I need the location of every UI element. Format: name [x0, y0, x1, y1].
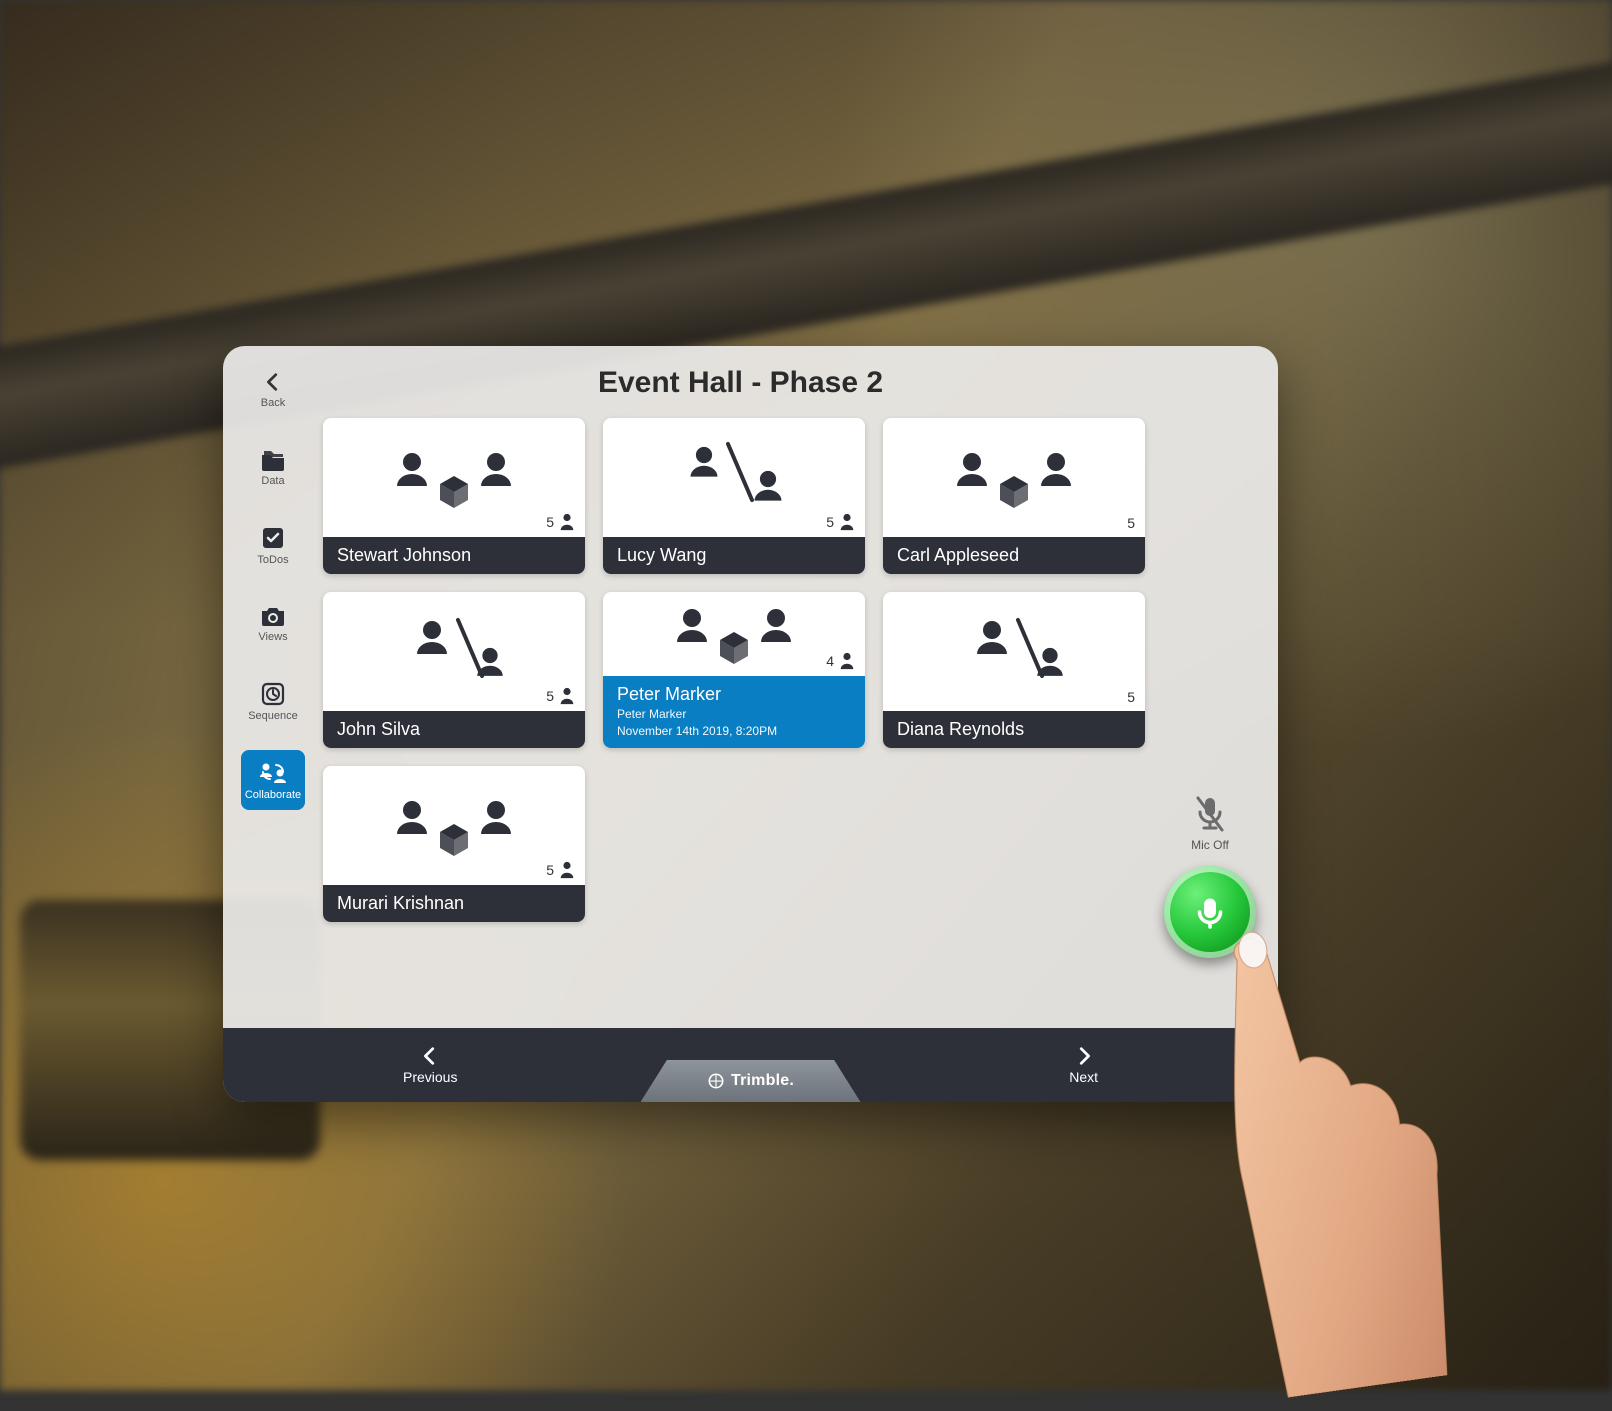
card-illustration: 5: [323, 418, 585, 537]
main-area: Event Hall - Phase 2 5 Stewart Johnson 5…: [323, 346, 1278, 1028]
person-slash-icon: [934, 612, 1094, 692]
brand-tab: Trimble.: [641, 1060, 861, 1102]
sidebar-item-label: Sequence: [248, 710, 298, 722]
sidebar: Back Data ToDos: [223, 346, 323, 1028]
right-controls: Mic Off: [1164, 794, 1256, 958]
card-count-value: 5: [546, 862, 554, 878]
card-count-value: 5: [546, 688, 554, 704]
card-name: Carl Appleseed: [897, 545, 1131, 566]
card-count-value: 5: [826, 514, 834, 530]
sidebar-item-views[interactable]: Views: [241, 594, 305, 654]
chevron-right-icon: [1073, 1045, 1095, 1067]
back-button[interactable]: Back: [241, 360, 305, 420]
card-footer: Peter MarkerPeter MarkerNovember 14th 20…: [603, 676, 865, 748]
card-footer: Stewart Johnson: [323, 537, 585, 574]
person-small-icon: [559, 513, 575, 531]
card-illustration: 5: [883, 592, 1145, 711]
card-count: 5: [826, 513, 855, 531]
card-count: 4: [826, 652, 855, 670]
person-small-icon: [839, 652, 855, 670]
card-name: Murari Krishnan: [337, 893, 571, 914]
sidebar-item-label: ToDos: [257, 554, 288, 566]
app-panel: Back Data ToDos: [223, 346, 1278, 1102]
folder-icon: [260, 449, 286, 471]
collaborator-card[interactable]: 5 Diana Reynolds: [883, 592, 1145, 748]
collaborator-card[interactable]: 5 Carl Appleseed: [883, 418, 1145, 574]
chevron-left-icon: [419, 1045, 441, 1067]
sidebar-item-todos[interactable]: ToDos: [241, 516, 305, 576]
mic-off-icon: [1193, 794, 1227, 834]
next-label: Next: [1069, 1069, 1098, 1085]
chevron-left-icon: [262, 371, 284, 393]
sidebar-item-sequence[interactable]: Sequence: [241, 672, 305, 732]
card-count-value: 4: [826, 653, 834, 669]
card-illustration: 5: [603, 418, 865, 537]
brand-text: Trimble.: [731, 1072, 794, 1090]
collaborate-icon: [258, 759, 288, 785]
checkbox-icon: [261, 526, 285, 550]
sidebar-item-label: Views: [258, 631, 287, 643]
card-count: 5: [1127, 515, 1135, 531]
previous-label: Previous: [403, 1069, 457, 1085]
collaborator-card[interactable]: 5 Stewart Johnson: [323, 418, 585, 574]
previous-button[interactable]: Previous: [403, 1045, 457, 1085]
person-small-icon: [839, 513, 855, 531]
card-count: 5: [546, 513, 575, 531]
collaborator-card[interactable]: 5 Lucy Wang: [603, 418, 865, 574]
next-button[interactable]: Next: [1069, 1045, 1098, 1085]
card-illustration: 5: [323, 592, 585, 711]
people-box-icon: [934, 438, 1094, 518]
card-sub2: November 14th 2019, 8:20PM: [617, 724, 851, 740]
card-footer: Diana Reynolds: [883, 711, 1145, 748]
camera-icon: [260, 605, 286, 627]
card-name: Stewart Johnson: [337, 545, 571, 566]
join-button[interactable]: [1164, 866, 1256, 958]
card-grid: 5 Stewart Johnson 5 Lucy Wang 5 Carl Appl…: [323, 418, 1158, 922]
card-name: Lucy Wang: [617, 545, 851, 566]
collaborator-card[interactable]: 5 Murari Krishnan: [323, 766, 585, 922]
sidebar-item-collaborate[interactable]: Collaborate: [241, 750, 305, 810]
collaborator-card[interactable]: 4 Peter MarkerPeter MarkerNovember 14th …: [603, 592, 865, 748]
people-box-icon: [374, 786, 534, 866]
card-name: Diana Reynolds: [897, 719, 1131, 740]
sidebar-item-data[interactable]: Data: [241, 438, 305, 498]
mic-label: Mic Off: [1191, 838, 1229, 852]
card-name: Peter Marker: [617, 684, 851, 705]
card-count-value: 5: [1127, 689, 1135, 705]
bottom-bar: Previous Next Trimble.: [223, 1028, 1278, 1102]
card-count: 5: [1127, 689, 1135, 705]
mic-off-button[interactable]: Mic Off: [1191, 794, 1229, 852]
people-slash-icon: [654, 438, 814, 518]
back-label: Back: [261, 397, 285, 409]
globe-icon: [707, 1072, 725, 1090]
card-illustration: 5: [883, 418, 1145, 537]
people-box-icon: [654, 594, 814, 674]
person-small-icon: [559, 861, 575, 879]
card-count: 5: [546, 861, 575, 879]
card-count-value: 5: [546, 514, 554, 530]
clock-icon: [261, 682, 285, 706]
card-sub1: Peter Marker: [617, 707, 851, 723]
card-count: 5: [546, 687, 575, 705]
card-illustration: 5: [323, 766, 585, 885]
card-footer: Carl Appleseed: [883, 537, 1145, 574]
person-small-icon: [559, 687, 575, 705]
people-box-icon: [374, 438, 534, 518]
card-footer: Murari Krishnan: [323, 885, 585, 922]
card-count-value: 5: [1127, 515, 1135, 531]
page-title: Event Hall - Phase 2: [323, 366, 1158, 400]
collaborator-card[interactable]: 5 John Silva: [323, 592, 585, 748]
card-footer: John Silva: [323, 711, 585, 748]
mic-icon: [1192, 894, 1228, 930]
sidebar-item-label: Data: [261, 475, 284, 487]
person-slash-icon: [374, 612, 534, 692]
sidebar-item-label: Collaborate: [245, 789, 301, 801]
card-name: John Silva: [337, 719, 571, 740]
card-footer: Lucy Wang: [603, 537, 865, 574]
card-illustration: 4: [603, 592, 865, 676]
